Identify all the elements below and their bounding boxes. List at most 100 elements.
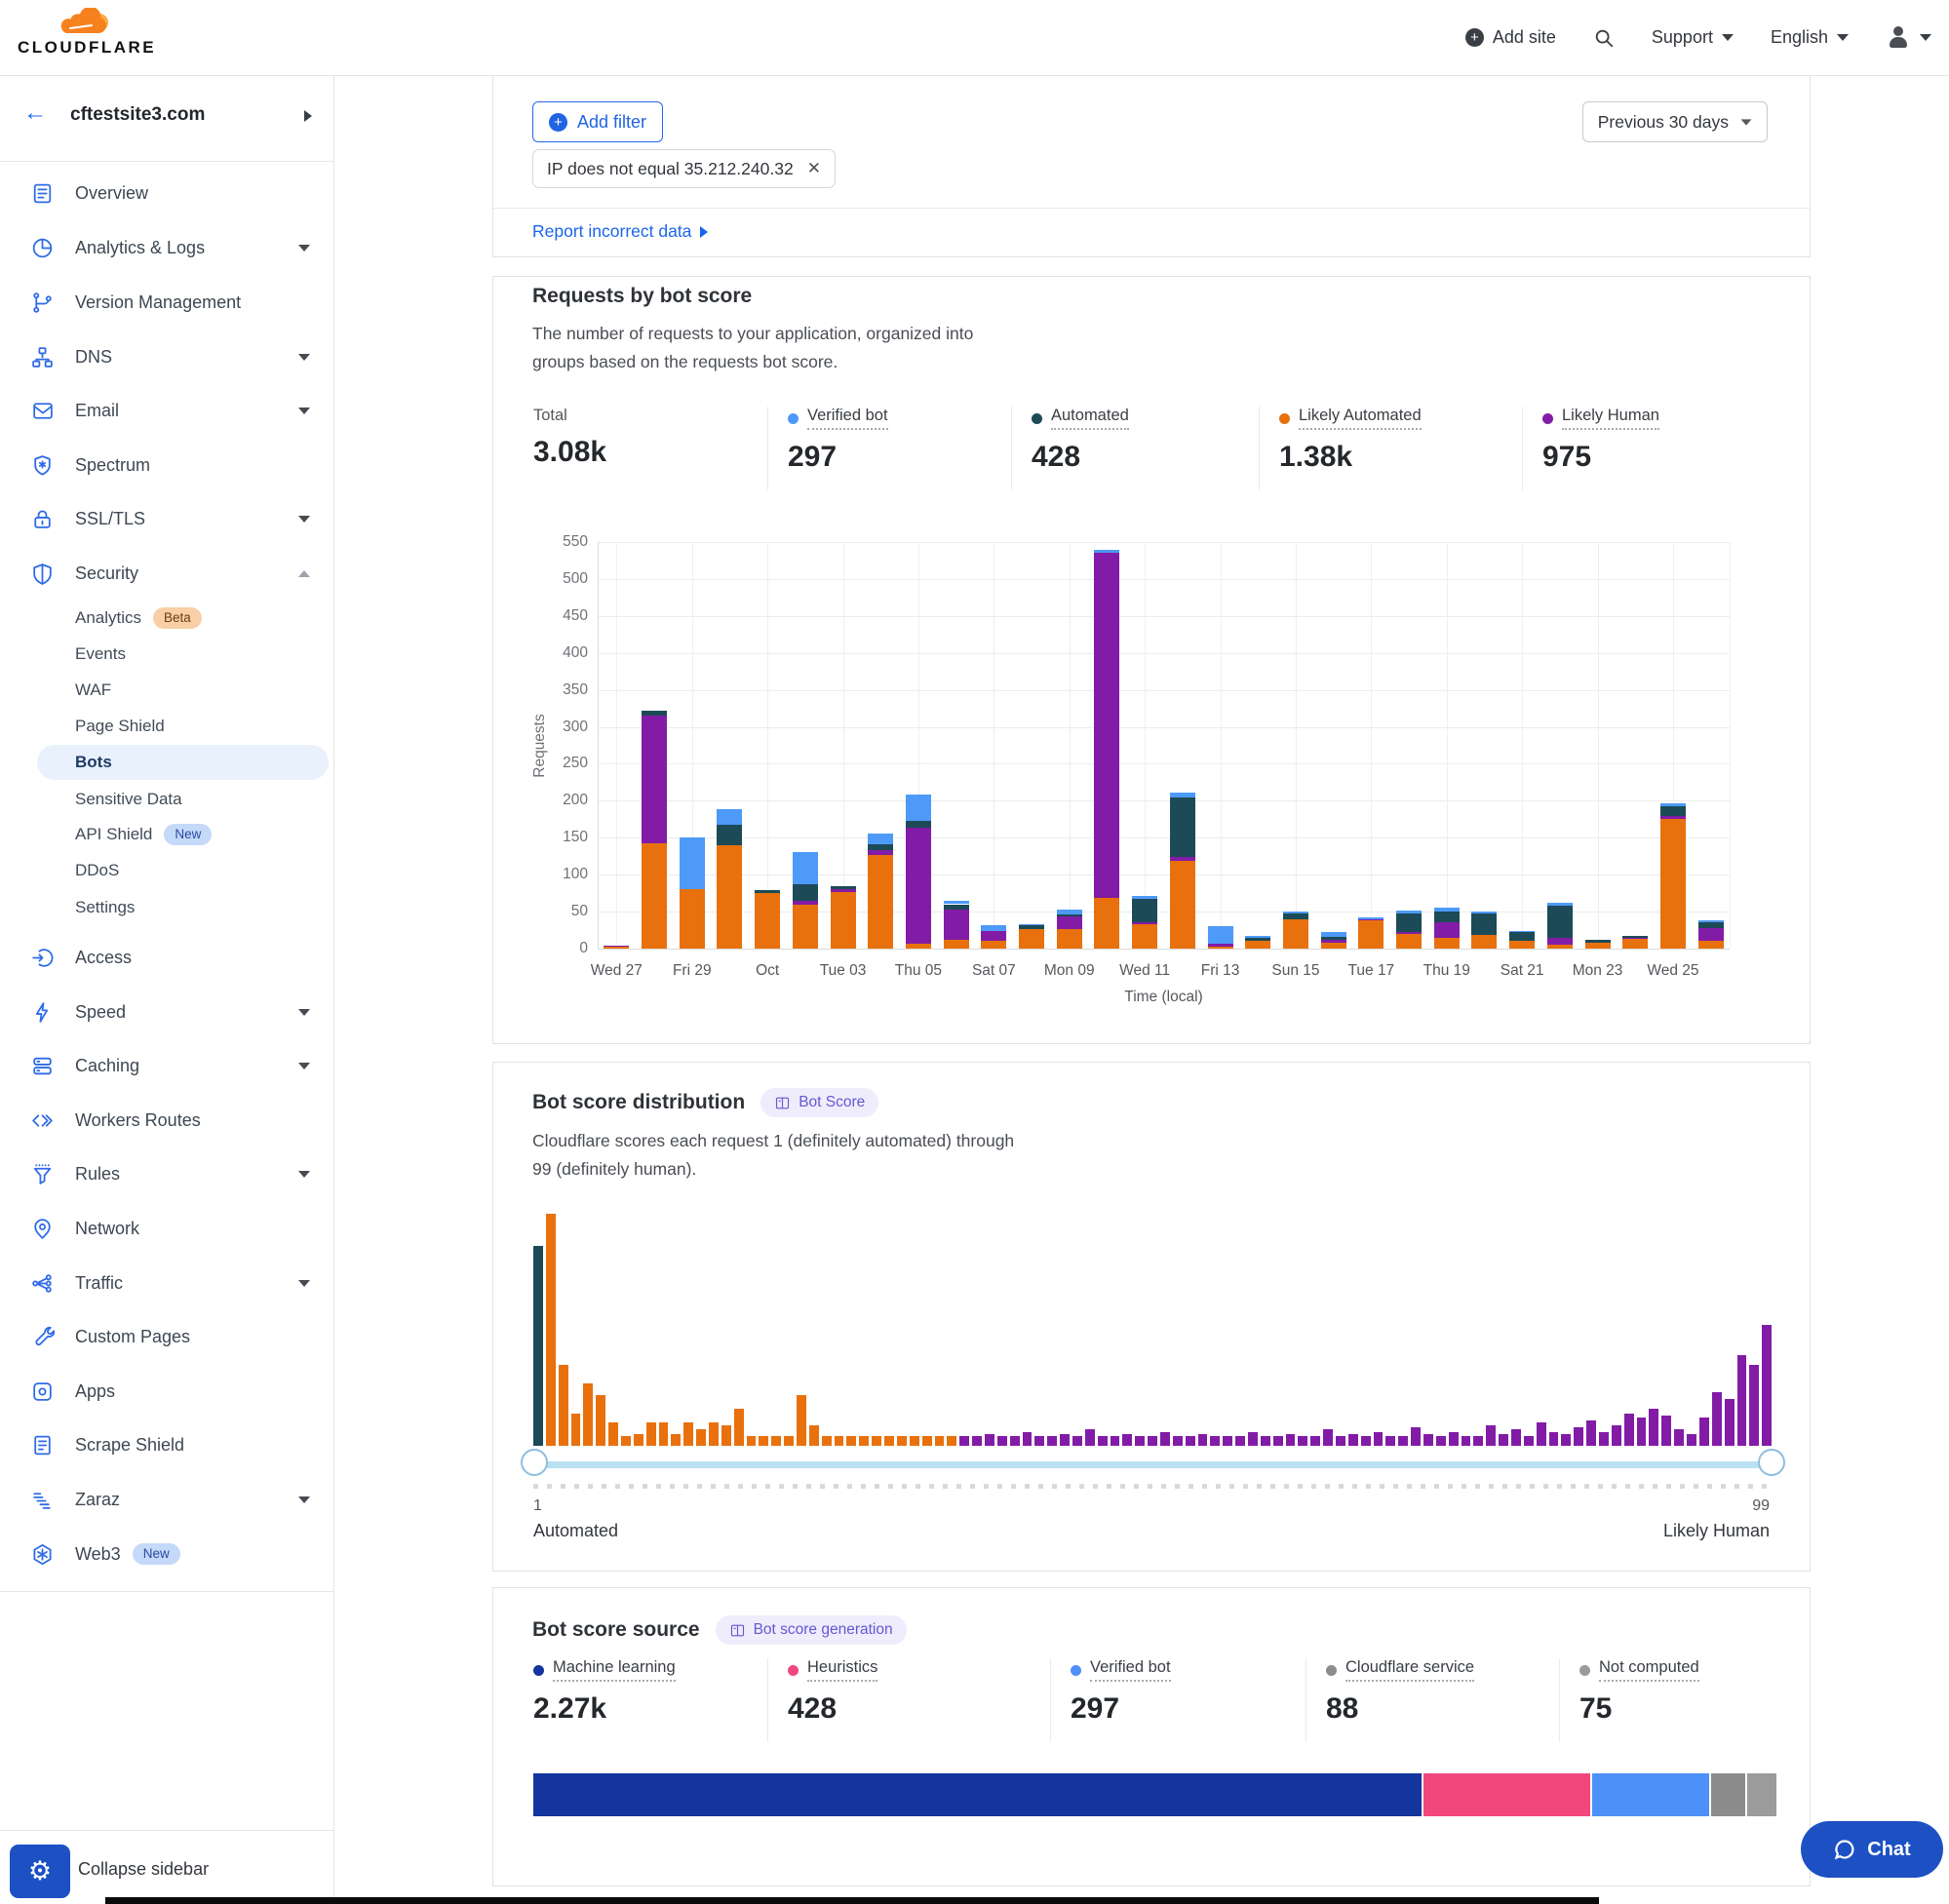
bot-score-doc-badge[interactable]: Bot Score	[760, 1088, 878, 1117]
bot-score-generation-doc-badge[interactable]: Bot score generation	[716, 1615, 907, 1645]
stat-label[interactable]: Machine learning	[533, 1658, 748, 1682]
score-range-slider-track[interactable]	[533, 1461, 1772, 1468]
bar-segment-likely-human	[944, 910, 969, 940]
histogram-bar	[1599, 1432, 1609, 1446]
gridline	[616, 542, 617, 949]
settings-gear-button[interactable]: ⚙	[10, 1845, 70, 1898]
bar-segment-likely-human	[642, 716, 667, 842]
histogram-bar	[1135, 1436, 1145, 1446]
histogram-bar	[1612, 1425, 1621, 1446]
bar-segment-verified-bot	[1358, 917, 1384, 919]
sidebar-item-access[interactable]: Access	[0, 938, 333, 977]
sidebar-item-events[interactable]: Events	[0, 637, 333, 672]
sidebar-item-email[interactable]: Email	[0, 391, 333, 430]
bar-segment-automated	[1170, 797, 1195, 857]
stat-label[interactable]: Verified bot	[788, 407, 1012, 430]
sidebar-item-ddos[interactable]: DDoS	[0, 853, 333, 888]
sidebar-item-rules[interactable]: Rules	[0, 1154, 333, 1193]
bar-segment-likely-human	[831, 889, 856, 892]
histogram-bar	[910, 1436, 919, 1446]
sidebar-item-web3[interactable]: Web3New	[0, 1535, 333, 1574]
chevron-down-icon	[1837, 34, 1849, 41]
stat-label[interactable]: Not computed	[1579, 1658, 1784, 1682]
add-filter-button[interactable]: + Add filter	[532, 101, 663, 142]
slider-handle-min[interactable]	[521, 1449, 548, 1476]
stat-label[interactable]: Verified bot	[1071, 1658, 1306, 1682]
slider-handle-max[interactable]	[1758, 1449, 1785, 1476]
sidebar-item-network[interactable]: Network	[0, 1209, 333, 1248]
histogram-bar	[1248, 1432, 1258, 1446]
cloudflare-cloud-icon	[57, 8, 117, 37]
sidebar-item-spectrum[interactable]: Spectrum	[0, 446, 333, 485]
filter-chip[interactable]: IP does not equal 35.212.240.32 ✕	[532, 149, 836, 188]
stat-label[interactable]: Heuristics	[788, 1658, 1051, 1682]
language-menu[interactable]: English	[1771, 27, 1849, 48]
histogram-bar	[972, 1436, 982, 1446]
sidebar-item-speed[interactable]: Speed	[0, 992, 333, 1031]
sidebar-item-apps[interactable]: Apps	[0, 1372, 333, 1411]
sidebar-item-custom-pages[interactable]: Custom Pages	[0, 1317, 333, 1356]
chevron-down-icon	[298, 1063, 310, 1069]
sidebar-item-ssl-tls[interactable]: SSL/TLS	[0, 499, 333, 538]
sidebar-item-page-shield[interactable]: Page Shield	[0, 709, 333, 744]
sidebar-item-sensitive-data[interactable]: Sensitive Data	[0, 782, 333, 817]
sidebar-item-scrape-shield[interactable]: Scrape Shield	[0, 1425, 333, 1464]
histogram-bar	[1524, 1436, 1534, 1446]
sidebar-item-bots[interactable]: Bots	[37, 745, 329, 780]
source-segment-cloudflare-service	[1711, 1773, 1745, 1816]
sidebar-item-label: Zaraz	[75, 1490, 120, 1510]
bar-segment-verified-bot	[981, 925, 1006, 930]
badge-new: New	[133, 1543, 180, 1566]
sidebar-item-dns[interactable]: DNS	[0, 337, 333, 376]
histogram-bar	[1198, 1434, 1208, 1446]
email-icon	[29, 398, 55, 423]
sidebar-item-caching[interactable]: Caching	[0, 1046, 333, 1085]
stat-label[interactable]: Likely Automated	[1279, 407, 1523, 430]
stat-label[interactable]: Automated	[1032, 407, 1260, 430]
account-menu[interactable]	[1886, 25, 1931, 51]
support-menu[interactable]: Support	[1652, 27, 1734, 48]
sidebar-item-zaraz[interactable]: Zaraz	[0, 1480, 333, 1519]
histogram-bar	[1737, 1355, 1747, 1446]
bar-segment-automated	[1471, 913, 1497, 936]
legend-dot	[1032, 413, 1042, 424]
time-range-dropdown[interactable]: Previous 30 days	[1582, 101, 1768, 142]
bar-segment-likely-automated	[906, 944, 931, 949]
add-site-button[interactable]: + Add site	[1465, 27, 1556, 48]
close-icon[interactable]: ✕	[807, 159, 821, 178]
stat-label[interactable]: Cloudflare service	[1326, 1658, 1560, 1682]
sidebar-item-api-shield[interactable]: API ShieldNew	[0, 817, 333, 852]
bar-segment-verified-bot	[1660, 803, 1686, 807]
histogram-bar	[1725, 1399, 1735, 1446]
sidebar-item-analytics[interactable]: AnalyticsBeta	[0, 601, 333, 636]
histogram-bar	[997, 1436, 1007, 1446]
legend-dot	[1279, 413, 1290, 424]
chat-button[interactable]: Chat	[1801, 1821, 1943, 1878]
bar-segment-verified-bot	[1434, 908, 1460, 913]
sidebar-item-traffic[interactable]: Traffic	[0, 1263, 333, 1302]
bar-segment-likely-automated	[1208, 947, 1233, 949]
sidebar-item-waf[interactable]: WAF	[0, 673, 333, 708]
histogram-bar	[859, 1436, 869, 1446]
sidebar-item-version-management[interactable]: Version Management	[0, 283, 333, 322]
sidebar-item-label: WAF	[75, 680, 111, 700]
site-selector[interactable]: ← cftestsite3.com	[0, 75, 333, 162]
histogram-bar	[1511, 1429, 1521, 1446]
card-description: Cloudflare scores each request 1 (defini…	[532, 1127, 1030, 1184]
report-incorrect-data-link[interactable]: Report incorrect data	[532, 221, 708, 242]
back-arrow-icon[interactable]: ←	[23, 101, 47, 125]
sidebar-item-workers-routes[interactable]: Workers Routes	[0, 1101, 333, 1140]
sidebar-item-settings[interactable]: Settings	[0, 890, 333, 925]
chevron-down-icon	[1741, 119, 1752, 125]
collapse-sidebar-button[interactable]: Collapse sidebar	[78, 1859, 209, 1880]
sidebar-item-analytics-logs[interactable]: Analytics & Logs	[0, 228, 333, 267]
chevron-right-icon[interactable]	[304, 110, 312, 122]
slider-min-value: 1	[533, 1497, 542, 1515]
bar-segment-likely-automated	[831, 892, 856, 949]
stat-label[interactable]: Likely Human	[1542, 407, 1786, 430]
search-button[interactable]	[1593, 27, 1615, 49]
sidebar-item-overview[interactable]: Overview	[0, 174, 333, 213]
sidebar-item-security[interactable]: Security	[0, 554, 333, 593]
analytics-logs-icon	[29, 235, 55, 260]
histogram-bar	[1699, 1418, 1709, 1446]
